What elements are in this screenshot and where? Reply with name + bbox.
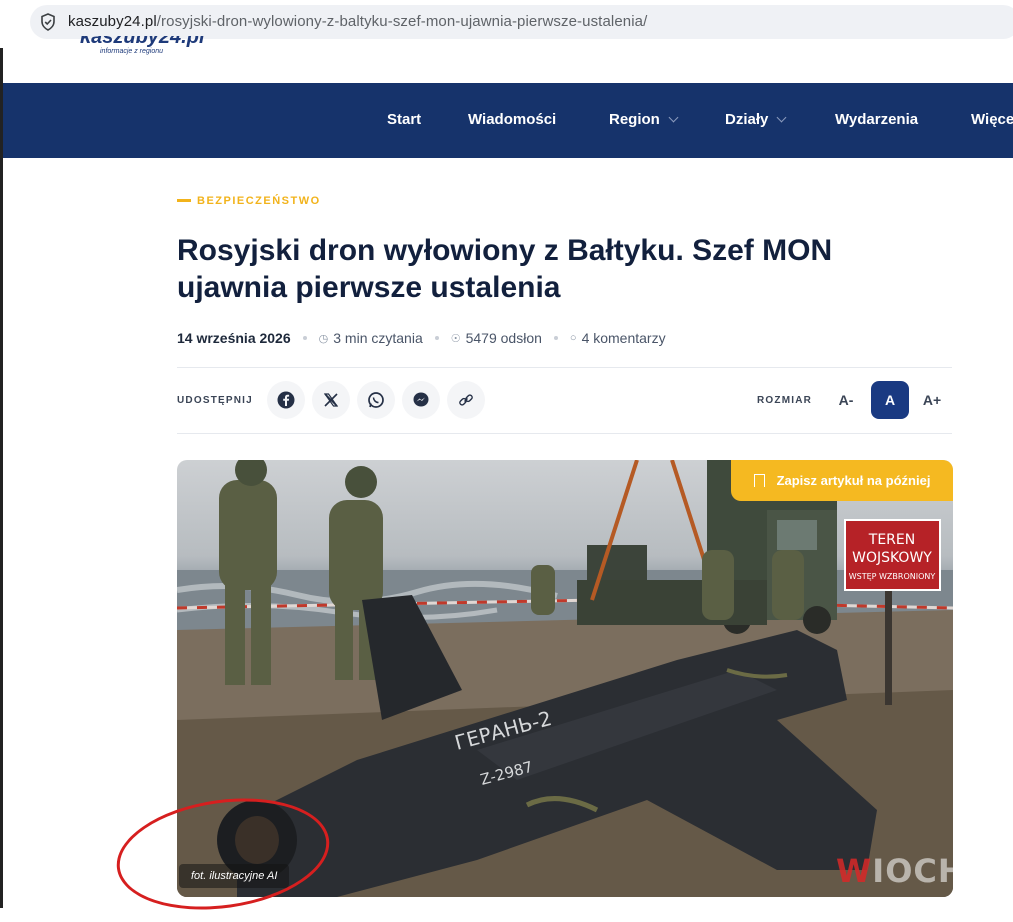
nav-label: Wiadomości [468,111,557,128]
font-increase-button[interactable]: A+ [913,381,951,419]
chevron-down-icon [776,112,787,123]
nav-label: Region [609,111,660,128]
url-path: /rosyjski-dron-wylowiony-z-baltyku-szef-… [156,13,648,30]
facebook-icon [277,391,295,409]
nav-label: Wydarzenia [835,111,919,128]
logo-tagline: informacje z regionu [100,48,164,55]
category-label: BEZPIECZEŃSTWO [197,195,321,207]
shield-icon[interactable] [38,12,58,32]
read-time: 3 min czytania [333,330,423,346]
nav-item-wiecej[interactable]: Więce [971,111,1013,128]
url-host: kaszuby24.pl [68,13,157,30]
share-messenger-button[interactable] [402,381,440,419]
article-meta: 14 września 2026 ◷ 3 min czytania ☉ 5479 o… [177,330,666,346]
font-decrease-button[interactable]: A- [827,381,865,419]
watermark-first: W [836,852,873,890]
share-x-button[interactable] [312,381,350,419]
share-label: UDOSTĘPNIJ [177,395,253,406]
meta-separator [434,336,439,340]
save-for-later-button[interactable]: Zapisz artykuł na później [731,460,953,501]
save-for-later-label: Zapisz artykuł na później [776,473,931,488]
font-normal-button[interactable]: A [871,381,909,419]
site-logo[interactable]: kaszuby24.pl informacje z regionu [80,36,210,58]
main-nav: Start Wiadomości Region Działy Wydarzeni… [3,83,1013,158]
share-facebook-button[interactable] [267,381,305,419]
x-icon [323,393,339,407]
meta-separator [553,336,558,340]
page-edge [0,48,3,908]
sign-line3: WSTĘP WZBRONIONY [849,572,936,581]
watermark-rest: IOCHA [872,852,992,890]
messenger-icon [413,392,429,407]
article-date: 14 września 2026 [177,330,291,346]
comment-count[interactable]: 4 komentarzy [582,330,666,346]
font-size-label: ROZMIAR [757,395,813,406]
comment-icon: ○ [569,332,577,344]
url-text[interactable]: kaszuby24.pl/rosyjski-dron-wylowiony-z-b… [68,13,647,30]
share-whatsapp-button[interactable] [357,381,395,419]
bookmark-icon [753,474,765,487]
nav-item-start[interactable]: Start [387,111,421,128]
nav-item-wiadomosci[interactable]: Wiadomości [468,111,556,128]
share-link-button[interactable] [447,381,485,419]
nav-label: Start [387,111,422,128]
sign-line2: WOJSKOWY [852,550,932,566]
article-category[interactable]: BEZPIECZEŃSTWO [177,195,321,207]
nav-label: Działy [725,111,769,128]
wiocha-watermark: WIOCHA [836,852,991,890]
clock-icon: ◷ [318,332,329,345]
nav-item-dzialy[interactable]: Działy [725,111,787,128]
article-title: Rosyjski dron wyłowiony z Bałtyku. Szef … [177,234,833,304]
divider [177,367,952,368]
meta-separator [302,336,307,340]
nav-item-region[interactable]: Region [609,111,679,128]
sign-line1: TEREN [868,532,915,548]
nav-item-wydarzenia[interactable]: Wydarzenia [835,111,918,128]
category-dash [177,198,191,202]
divider [177,433,952,434]
nav-label: Więce [971,111,1013,128]
link-icon [459,394,473,406]
view-count: 5479 odsłon [465,330,542,346]
chevron-down-icon [668,112,679,123]
whatsapp-icon [368,392,384,408]
eye-icon: ☉ [450,332,461,345]
